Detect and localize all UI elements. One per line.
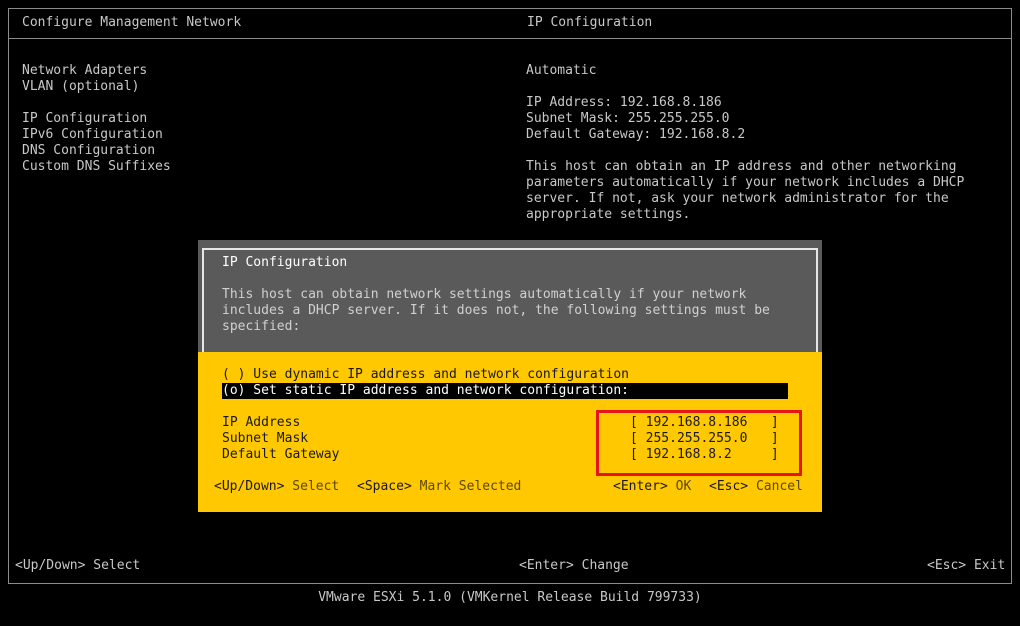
footer-select-hint: <Up/Down> Select xyxy=(15,558,140,574)
dialog-mark-hint: <Space> Mark Selected xyxy=(357,479,521,495)
dialog-title: IP Configuration xyxy=(222,255,348,270)
footer-change-label: Change xyxy=(581,558,629,573)
footer-change-hint: <Enter> Change xyxy=(519,558,629,574)
dialog-select-label: Select xyxy=(292,479,340,494)
footer-esc-key: <Esc> xyxy=(927,558,967,573)
menu-item-vlan[interactable]: VLAN (optional) xyxy=(22,79,171,95)
default-gateway-label: Default Gateway xyxy=(222,447,340,462)
option-dynamic-ip[interactable]: ( ) Use dynamic IP address and network c… xyxy=(222,367,629,383)
version-string: VMware ESXi 5.1.0 (VMKernel Release Buil… xyxy=(318,590,702,605)
dialog-select-hint: <Up/Down> Select xyxy=(214,479,339,495)
dialog-cancel-hint[interactable]: <Esc> Cancel xyxy=(709,479,803,495)
current-mask: Subnet Mask: 255.255.255.0 xyxy=(526,111,730,126)
dialog-ok-hint[interactable]: <Enter> OK xyxy=(613,479,691,495)
dialog-cancel-label: Cancel xyxy=(755,479,803,494)
dialog-mark-label: Mark Selected xyxy=(419,479,522,494)
option-static-ip[interactable]: (o) Set static IP address and network co… xyxy=(222,383,788,399)
dialog-desc-line: specified: xyxy=(222,319,301,334)
left-panel-title: Configure Management Network xyxy=(22,15,242,30)
footer-enter-key: <Enter> xyxy=(519,558,574,573)
menu-item-dns-configuration[interactable]: DNS Configuration xyxy=(22,143,171,159)
esxi-dcui-screen: Configure Management Network IP Configur… xyxy=(0,0,1020,626)
dialog-ok-label: OK xyxy=(675,479,692,494)
annotation-highlight-box xyxy=(596,410,802,476)
menu-item-custom-dns-suffixes[interactable]: Custom DNS Suffixes xyxy=(22,159,171,175)
footer-exit-hint: <Esc> Exit xyxy=(927,558,1005,574)
dialog-esc-key: <Esc> xyxy=(709,479,749,494)
info-panel: Automatic IP Address: 192.168.8.186 Subn… xyxy=(526,63,964,223)
menu-list: Network Adapters VLAN (optional) IP Conf… xyxy=(22,63,171,175)
footer-updown-key: <Up/Down> xyxy=(15,558,86,573)
menu-item-ipv6-configuration[interactable]: IPv6 Configuration xyxy=(22,127,171,143)
current-ip: IP Address: 192.168.8.186 xyxy=(526,95,722,110)
header-separator xyxy=(8,38,1012,39)
subnet-mask-label: Subnet Mask xyxy=(222,431,309,446)
ip-address-label: IP Address xyxy=(222,415,301,430)
right-panel-title: IP Configuration xyxy=(527,15,653,30)
info-desc-line: server. If not, ask your network adminis… xyxy=(526,191,949,206)
menu-item-network-adapters[interactable]: Network Adapters xyxy=(22,63,171,79)
dialog-desc-line: This host can obtain network settings au… xyxy=(222,287,747,302)
dialog-enter-key: <Enter> xyxy=(613,479,668,494)
info-desc-line: parameters automatically if your network… xyxy=(526,175,965,190)
dialog-description: This host can obtain network settings au… xyxy=(222,287,770,335)
dialog-updown-key: <Up/Down> xyxy=(214,479,285,494)
footer-exit-label: Exit xyxy=(973,558,1006,573)
current-gateway: Default Gateway: 192.168.8.2 xyxy=(526,127,746,142)
dialog-desc-line: includes a DHCP server. If it does not, … xyxy=(222,303,770,318)
menu-item-ip-configuration[interactable]: IP Configuration xyxy=(22,111,171,127)
ip-mode: Automatic xyxy=(526,63,597,78)
ip-configuration-dialog: IP Configuration This host can obtain ne… xyxy=(198,240,822,512)
info-desc-line: appropriate settings. xyxy=(526,207,691,222)
footer-select-label: Select xyxy=(93,558,141,573)
dialog-space-key: <Space> xyxy=(357,479,412,494)
info-desc-line: This host can obtain an IP address and o… xyxy=(526,159,957,174)
